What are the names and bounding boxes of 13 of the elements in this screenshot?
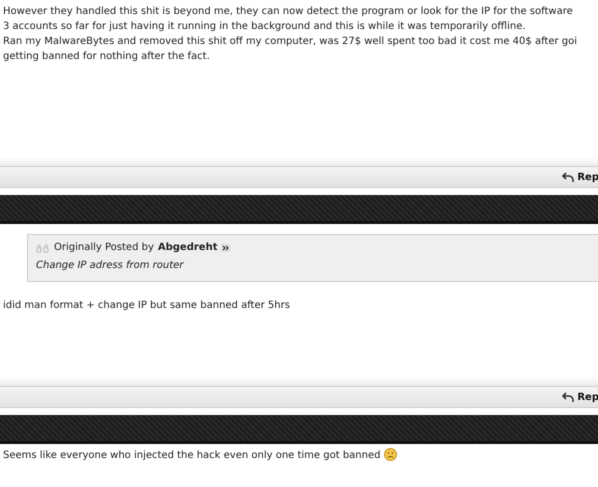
quote-author[interactable]: Abgedreht (158, 239, 218, 257)
view-post-icon[interactable] (221, 244, 230, 252)
post-text: getting banned for nothing after the fact. (3, 50, 210, 64)
post-text: 3 accounts so far for just having it running in the background and this is while it was temporarily offline. (3, 20, 526, 34)
post-text: Seems like everyone who injected the hack even only one time got banned (3, 448, 398, 463)
post-text: However they handled this shit is beyond me, they can now detect the program or look for the IP for the software (3, 5, 573, 19)
post-text: Ran my MalwareBytes and removed this shit off my computer, was 27$ well spent too bad it cost me 40$ after goi (3, 35, 578, 49)
reply-arrow-icon (562, 172, 574, 182)
quote-attribution: Originally Posted by (54, 241, 154, 255)
quote-text: Change IP adress from router (36, 259, 185, 273)
reply-arrow-icon (562, 392, 574, 402)
post-text: idid man format + change IP but same banned after 5hrs (3, 299, 290, 313)
quote-icon (36, 244, 50, 252)
